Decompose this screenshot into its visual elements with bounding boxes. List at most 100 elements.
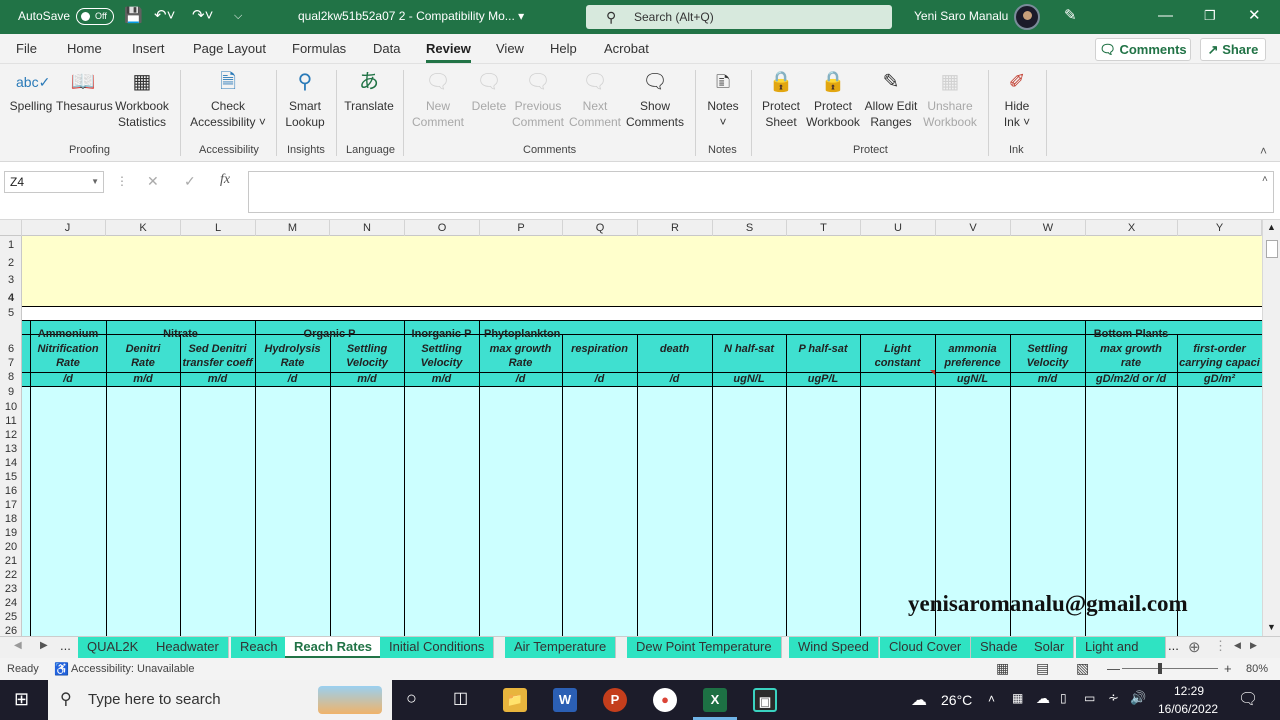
sheet-tab[interactable]: QUAL2K xyxy=(78,637,149,658)
show-comments-button[interactable]: 🗨 Show Comments xyxy=(624,68,686,130)
scrollbar-thumb[interactable] xyxy=(1266,240,1278,258)
thesaurus-button[interactable]: 📖 Thesaurus xyxy=(56,68,113,114)
taskbar-search[interactable]: ⚲ Type here to search xyxy=(48,680,392,720)
worksheet-grid[interactable]: J K L M N O P Q R S T U V W X Y 1 2 3 4 … xyxy=(0,220,1262,636)
sheet-tab[interactable]: Shade xyxy=(971,637,1028,658)
zoom-level[interactable]: 80% xyxy=(1246,663,1268,675)
tab-help[interactable]: Help xyxy=(550,41,577,56)
insert-function-icon[interactable]: fx xyxy=(220,172,230,188)
row-header[interactable]: 18 xyxy=(0,512,22,526)
cell-header[interactable]: Rate xyxy=(30,357,106,369)
row-header[interactable]: 13 xyxy=(0,442,22,456)
formula-input[interactable] xyxy=(248,171,1274,213)
hscroll-left-icon[interactable]: ◀ xyxy=(1234,640,1241,651)
sheet-tab[interactable]: Solar xyxy=(1025,637,1075,658)
row-header[interactable]: 19 xyxy=(0,526,22,540)
sheet-tab[interactable]: Dew Point Temperature xyxy=(627,637,782,658)
cell-header[interactable]: Settling xyxy=(404,343,479,355)
row-header[interactable]: 24 xyxy=(0,596,22,610)
word-icon[interactable]: W xyxy=(553,688,577,712)
hide-ink-button[interactable]: ✐ Hide Ink ˅ xyxy=(996,68,1038,130)
sheet-tab[interactable]: Air Temperature xyxy=(505,637,617,658)
add-sheet-icon[interactable]: ⊕ xyxy=(1188,638,1201,656)
vertical-scrollbar[interactable]: ▲ ▼ xyxy=(1262,220,1280,636)
row-header[interactable]: 6 xyxy=(0,342,22,356)
tab-formulas[interactable]: Formulas xyxy=(292,41,346,56)
allow-edit-ranges-button[interactable]: ✎ Allow Edit Ranges xyxy=(862,68,920,130)
normal-view-icon[interactable]: ▦ xyxy=(996,660,1009,677)
search-box[interactable]: ⚲ Search (Alt+Q) xyxy=(586,5,892,29)
excel-icon[interactable]: X xyxy=(703,688,727,712)
page-layout-view-icon[interactable]: ▤ xyxy=(1036,660,1049,677)
cell-header[interactable]: Sed Denitri xyxy=(180,343,255,355)
name-box[interactable]: Z4 ▼ xyxy=(4,171,104,193)
volume-icon[interactable]: 🔊 xyxy=(1130,690,1146,706)
row-header[interactable]: 5 xyxy=(0,307,22,320)
cell-unit[interactable]: /d xyxy=(562,373,637,385)
minimize-icon[interactable]: — xyxy=(1158,6,1173,26)
notes-button[interactable]: 🗈 Notes ˅ xyxy=(702,68,744,130)
tab-review[interactable]: Review xyxy=(426,41,471,63)
task-view-icon[interactable]: ◫ xyxy=(453,688,468,708)
row-header[interactable]: 21 xyxy=(0,554,22,568)
translate-button[interactable]: あ Translate xyxy=(342,68,396,114)
select-all-corner[interactable] xyxy=(0,220,22,236)
column-header[interactable]: T xyxy=(787,220,861,236)
wifi-icon[interactable]: ∻ xyxy=(1108,690,1119,706)
row-header[interactable]: 16 xyxy=(0,484,22,498)
cell-unit[interactable]: gD/m2/d or /d xyxy=(1085,373,1177,385)
cell-unit[interactable]: /d xyxy=(255,373,330,385)
cell-unit[interactable]: m/d xyxy=(1010,373,1085,385)
row-header[interactable]: 20 xyxy=(0,540,22,554)
redo-icon[interactable]: ↷˅ xyxy=(192,6,213,26)
page-break-view-icon[interactable]: ▧ xyxy=(1076,660,1089,677)
zoom-slider-thumb[interactable] xyxy=(1158,663,1162,674)
column-header[interactable]: K xyxy=(106,220,181,236)
row-header[interactable]: 9 xyxy=(0,385,22,399)
column-header[interactable]: R xyxy=(638,220,713,236)
clock-date[interactable]: 16/06/2022 xyxy=(1158,702,1218,716)
tab-insert[interactable]: Insert xyxy=(132,41,165,56)
column-header[interactable]: N xyxy=(330,220,405,236)
smart-lookup-button[interactable]: ⚲ Smart Lookup xyxy=(282,68,328,130)
more-tabs-right[interactable]: ... xyxy=(1168,638,1179,653)
tab-file[interactable]: File xyxy=(16,41,37,56)
autosave-toggle[interactable]: Off xyxy=(76,8,114,25)
row-header[interactable]: 25 xyxy=(0,610,22,624)
row-header[interactable]: 14 xyxy=(0,456,22,470)
cell-header[interactable]: rate xyxy=(1085,357,1177,369)
cell-header[interactable]: preference xyxy=(935,357,1010,369)
row-header[interactable]: 4 xyxy=(0,289,22,307)
cell-header[interactable]: ammonia xyxy=(935,343,1010,355)
sheet-tab[interactable]: Wind Speed xyxy=(789,637,879,658)
restore-icon[interactable]: ❐ xyxy=(1204,6,1216,26)
cell-unit[interactable]: m/d xyxy=(106,373,180,385)
hscroll-right-icon[interactable]: ▶ xyxy=(1250,640,1257,651)
cell-unit[interactable]: gD/m² xyxy=(1177,373,1262,385)
customize-qat-icon[interactable]: ⌵ xyxy=(234,6,242,26)
cell-ammonium[interactable]: Ammonium xyxy=(30,328,106,340)
cell-header[interactable]: Velocity xyxy=(330,357,404,369)
cell-unit[interactable]: m/d xyxy=(330,373,404,385)
scroll-up-icon[interactable]: ▲ xyxy=(1267,222,1276,232)
tab-home[interactable]: Home xyxy=(67,41,102,56)
cell-header[interactable]: Nitrification xyxy=(30,343,106,355)
row-header[interactable]: 11 xyxy=(0,414,22,428)
tray-app-icon[interactable]: ▦ xyxy=(1012,691,1023,705)
cell-unit[interactable]: ugP/L xyxy=(786,373,860,385)
tab-scroll-right-icon[interactable]: ▶ xyxy=(40,640,48,651)
column-header[interactable]: V xyxy=(936,220,1011,236)
delete-comment-button[interactable]: 🗨 Delete xyxy=(468,68,510,114)
unshare-workbook-button[interactable]: ▦ Unshare Workbook xyxy=(920,68,980,130)
zoom-out-icon[interactable]: — xyxy=(1107,661,1120,676)
tray-expand-icon[interactable]: ˄ xyxy=(988,692,995,706)
cell-unit[interactable]: /d xyxy=(637,373,712,385)
document-title[interactable]: qual2kw51b52a07 2 - Compatibility Mo... … xyxy=(298,9,524,23)
cell-header[interactable]: respiration xyxy=(562,343,637,355)
row-header[interactable]: 26 xyxy=(0,624,22,636)
pen-icon[interactable]: ✎ xyxy=(1064,6,1077,26)
column-header[interactable]: M xyxy=(256,220,330,236)
zoom-in-icon[interactable]: + xyxy=(1224,661,1232,676)
row-header[interactable]: 2 xyxy=(0,254,22,272)
cell-unit[interactable]: /d xyxy=(30,373,106,385)
